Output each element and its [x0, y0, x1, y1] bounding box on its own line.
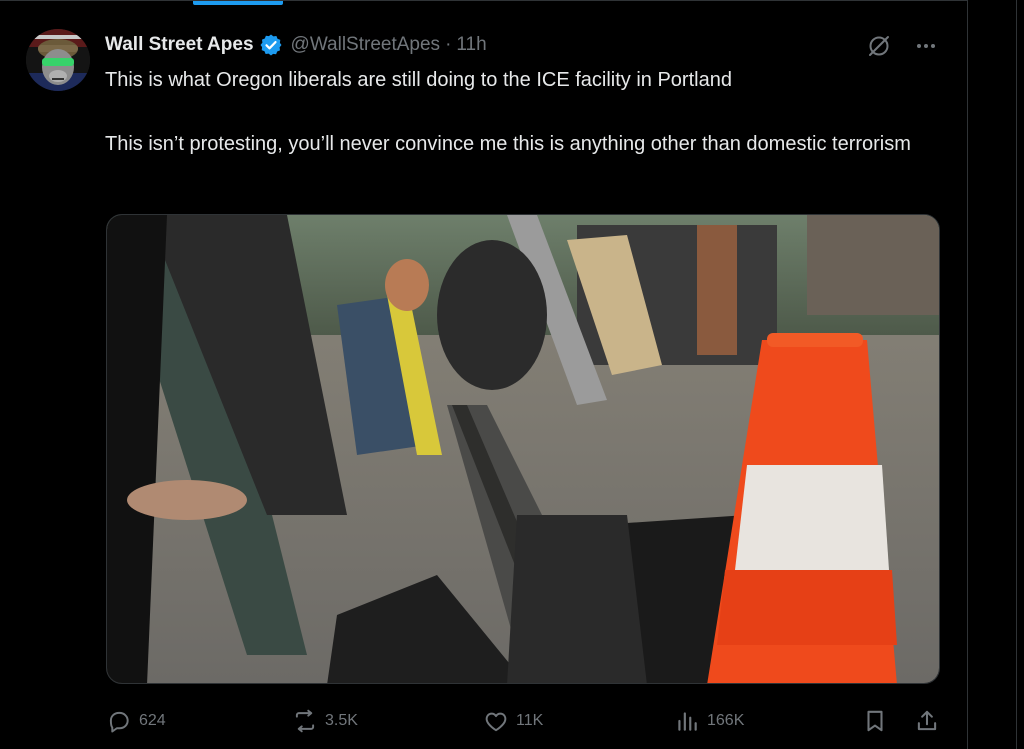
avatar-ape-image: [26, 29, 90, 91]
share-button[interactable]: [914, 706, 940, 736]
reply-icon: [106, 708, 132, 734]
bookmark-button[interactable]: [862, 706, 888, 736]
more-icon[interactable]: [914, 34, 938, 63]
author-display-name[interactable]: Wall Street Apes: [105, 34, 254, 56]
like-button[interactable]: 11K: [483, 706, 543, 736]
post-timestamp[interactable]: 11h: [456, 34, 486, 56]
repost-button[interactable]: 3.5K: [292, 706, 358, 736]
views-button[interactable]: 166K: [674, 706, 744, 736]
like-count: 11K: [516, 712, 544, 729]
tweet-actions: 624 3.5K 11K 166K: [106, 706, 940, 736]
repost-icon: [292, 708, 318, 734]
video-player[interactable]: [106, 214, 940, 684]
like-icon: [483, 708, 509, 734]
tweet-card[interactable]: Wall Street Apes @WallStreetApes · 11h T…: [0, 0, 968, 749]
tweet-paragraph: This isn’t protesting, you’ll never conv…: [105, 133, 911, 155]
views-count: 166K: [707, 712, 745, 729]
avatar[interactable]: [26, 29, 90, 91]
active-tab-indicator: [193, 1, 283, 5]
verified-badge-icon: [259, 33, 283, 57]
bookmark-icon: [862, 708, 888, 734]
reply-count: 624: [139, 712, 166, 729]
page: Wall Street Apes @WallStreetApes · 11h T…: [0, 0, 1024, 749]
repost-count: 3.5K: [325, 712, 358, 729]
grok-icon[interactable]: [866, 33, 892, 64]
tweet-header: Wall Street Apes @WallStreetApes · 11h: [105, 31, 487, 59]
separator-dot: ·: [445, 34, 452, 55]
views-icon: [674, 708, 700, 734]
video-frame: [107, 215, 939, 683]
tweet-paragraph: This is what Oregon liberals are still d…: [105, 69, 732, 91]
scrollbar-edge[interactable]: [1016, 0, 1024, 749]
share-icon: [914, 708, 940, 734]
reply-button[interactable]: 624: [106, 706, 166, 736]
header-actions: [866, 33, 938, 64]
author-handle[interactable]: @WallStreetApes: [291, 34, 441, 56]
tweet-text: This is what Oregon liberals are still d…: [105, 64, 940, 160]
